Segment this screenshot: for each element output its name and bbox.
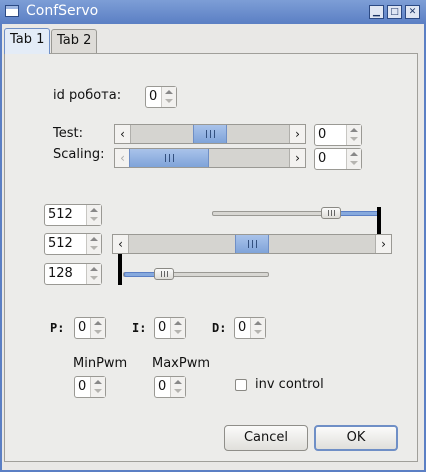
test-scroll-handle[interactable]	[193, 125, 227, 143]
close-button[interactable]: ✕	[405, 5, 420, 19]
chevron-left-icon[interactable]: ‹	[115, 125, 131, 143]
min-pwm-spinbox[interactable]: 0	[74, 376, 106, 398]
scaling-value: 0	[318, 151, 327, 166]
min-pwm-stepper[interactable]	[90, 377, 105, 397]
scaling-scroll-handle[interactable]	[129, 149, 209, 167]
p-label: P:	[50, 321, 65, 335]
spin-down-icon[interactable]	[350, 161, 358, 165]
i-value: 0	[158, 320, 167, 335]
test-scrollbar[interactable]: ‹ ›	[114, 124, 306, 144]
spin-down-icon[interactable]	[94, 389, 102, 393]
lower-limit-stepper[interactable]	[86, 264, 101, 284]
d-spinbox[interactable]: 0	[234, 317, 266, 339]
test-stepper[interactable]	[346, 125, 361, 145]
robot-id-stepper[interactable]	[161, 87, 176, 107]
minimize-button[interactable]: ▁	[369, 5, 384, 19]
position-stepper[interactable]	[86, 234, 101, 254]
upper-limit-fill	[339, 211, 379, 216]
lower-limit-fill	[124, 272, 156, 277]
max-pwm-stepper[interactable]	[170, 377, 185, 397]
min-pwm-label: MinPwm	[73, 356, 128, 371]
lower-limit-spinbox[interactable]: 128	[44, 263, 102, 285]
upper-limit-value: 512	[48, 207, 73, 222]
grip-icon	[328, 210, 335, 216]
spin-down-icon[interactable]	[174, 330, 182, 334]
ok-button[interactable]: OK	[314, 425, 398, 451]
scaling-scrollbar[interactable]: ‹ ›	[114, 148, 306, 168]
d-label: D:	[212, 321, 227, 335]
position-value: 512	[48, 236, 73, 251]
scaling-label: Scaling:	[53, 147, 105, 162]
robot-id-spinbox[interactable]: 0	[145, 86, 177, 108]
robot-id-value: 0	[149, 89, 158, 104]
upper-limit-marker	[377, 207, 381, 236]
chevron-right-icon[interactable]: ›	[375, 235, 391, 253]
test-label: Test:	[53, 126, 83, 141]
grip-icon	[161, 271, 168, 277]
position-spinbox[interactable]: 512	[44, 233, 102, 255]
spin-down-icon[interactable]	[165, 99, 173, 103]
test-spinbox[interactable]: 0	[314, 124, 362, 146]
spin-up-icon[interactable]	[90, 237, 98, 241]
i-spinbox[interactable]: 0	[154, 317, 186, 339]
position-scroll-handle[interactable]	[235, 235, 269, 253]
p-spinbox[interactable]: 0	[74, 317, 106, 339]
spin-up-icon[interactable]	[350, 152, 358, 156]
cancel-button[interactable]: Cancel	[224, 425, 308, 451]
i-stepper[interactable]	[170, 318, 185, 338]
max-pwm-label: MaxPwm	[152, 356, 211, 371]
d-stepper[interactable]	[250, 318, 265, 338]
upper-limit-stepper[interactable]	[86, 205, 101, 225]
i-label: I:	[132, 321, 147, 335]
chevron-left-icon[interactable]: ‹	[113, 235, 129, 253]
max-pwm-spinbox[interactable]: 0	[154, 376, 186, 398]
position-scrollbar[interactable]: ‹ ›	[112, 234, 392, 254]
lower-limit-marker	[118, 254, 122, 285]
window-icon	[5, 5, 19, 17]
spin-down-icon[interactable]	[254, 330, 262, 334]
spin-up-icon[interactable]	[174, 321, 182, 325]
scaling-spinbox[interactable]: 0	[314, 148, 362, 170]
lower-limit-knob[interactable]	[154, 268, 174, 280]
tab-2[interactable]: Tab 2	[51, 29, 98, 53]
chevron-right-icon[interactable]: ›	[289, 125, 305, 143]
maximize-button[interactable]: □	[387, 5, 402, 19]
chevron-right-icon[interactable]: ›	[289, 149, 305, 167]
upper-limit-knob[interactable]	[321, 207, 341, 219]
spin-up-icon[interactable]	[165, 90, 173, 94]
tab-1[interactable]: Tab 1	[4, 28, 51, 54]
max-pwm-value: 0	[158, 379, 167, 394]
spin-down-icon[interactable]	[90, 246, 98, 250]
p-stepper[interactable]	[90, 318, 105, 338]
p-value: 0	[78, 320, 87, 335]
grip-icon	[206, 130, 215, 138]
spin-down-icon[interactable]	[350, 137, 358, 141]
spin-up-icon[interactable]	[90, 208, 98, 212]
spin-down-icon[interactable]	[174, 389, 182, 393]
scaling-stepper[interactable]	[346, 149, 361, 169]
upper-limit-slider[interactable]	[212, 207, 379, 219]
grip-icon	[165, 154, 174, 162]
lower-limit-slider[interactable]	[123, 268, 269, 280]
inv-control-label[interactable]: inv control	[255, 377, 324, 392]
tab-panel	[4, 53, 418, 462]
min-pwm-value: 0	[78, 379, 87, 394]
spin-up-icon[interactable]	[254, 321, 262, 325]
inv-control-checkbox[interactable]	[235, 379, 247, 391]
spin-up-icon[interactable]	[350, 128, 358, 132]
spin-down-icon[interactable]	[90, 276, 98, 280]
upper-limit-spinbox[interactable]: 512	[44, 204, 102, 226]
spin-down-icon[interactable]	[90, 217, 98, 221]
spin-up-icon[interactable]	[94, 380, 102, 384]
robot-id-label: id робота:	[53, 88, 122, 103]
window-title: ConfServo	[26, 3, 99, 19]
d-value: 0	[238, 320, 247, 335]
spin-down-icon[interactable]	[94, 330, 102, 334]
spin-up-icon[interactable]	[94, 321, 102, 325]
test-value: 0	[318, 127, 327, 142]
spin-up-icon[interactable]	[90, 267, 98, 271]
grip-icon	[248, 240, 257, 248]
lower-limit-value: 128	[48, 266, 73, 281]
spin-up-icon[interactable]	[174, 380, 182, 384]
